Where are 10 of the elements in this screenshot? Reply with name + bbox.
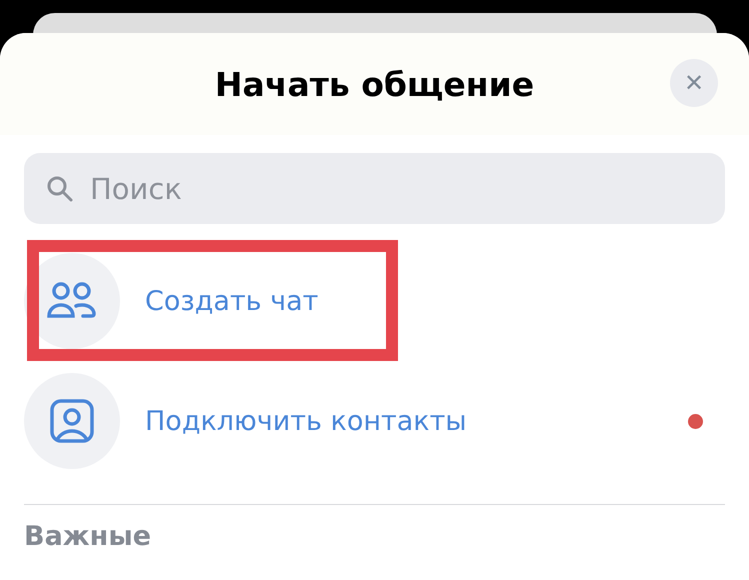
action-link[interactable]: Создать чат: [145, 286, 318, 316]
search-field[interactable]: Поиск: [88, 170, 703, 206]
close-button[interactable]: ✕: [670, 59, 718, 107]
contact-icon: [49, 398, 95, 444]
search-bar[interactable]: Поиск: [24, 153, 725, 224]
search-icon: [46, 174, 74, 202]
section-title: Важные: [24, 521, 152, 552]
people-icon: [46, 282, 98, 320]
sheet-title: Начать общение: [214, 64, 534, 104]
action-link[interactable]: Подключить контакты: [145, 406, 467, 436]
